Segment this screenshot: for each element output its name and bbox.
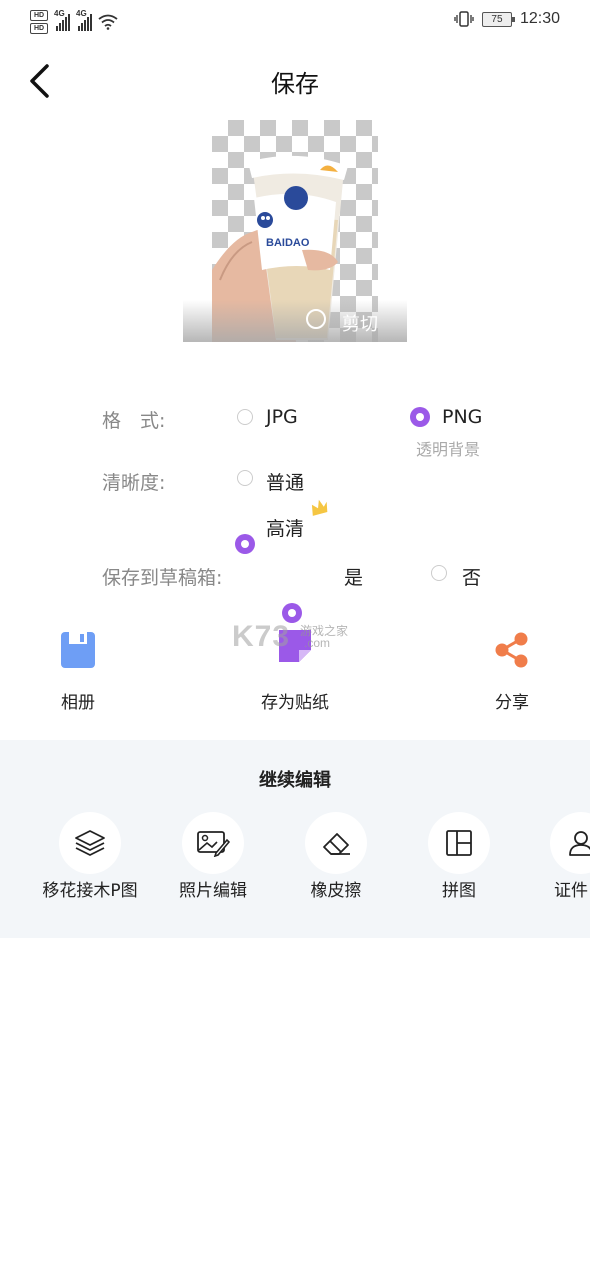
watermark: K73 游戏之家 .com [232, 620, 348, 654]
clarity-hd-label[interactable]: 高清 [266, 514, 304, 541]
tool-layer-swap-label: 移花接木P图 [42, 881, 138, 901]
tool-photo-edit-circle [182, 812, 244, 874]
tool-eraser[interactable]: 橡皮擦 [295, 812, 377, 912]
tool-eraser-label: 橡皮擦 [310, 881, 362, 901]
tool-id-photo-label: 证件 [554, 881, 588, 901]
photo-edit-icon [197, 831, 230, 857]
status-bar-left: HD HD 4G 4G [30, 9, 118, 34]
vibrate-icon [454, 11, 474, 27]
tool-collage-label: 拼图 [442, 881, 476, 901]
clarity-hd-radio[interactable] [235, 534, 255, 554]
page-title: 保存 [271, 70, 319, 98]
save-draft-no-radio[interactable] [431, 565, 447, 581]
watermark-domain: .com [304, 636, 331, 650]
tool-layer-swap[interactable]: 移花接木P图 [35, 812, 145, 912]
collage-icon [446, 830, 472, 856]
watermark-brand: K73 [232, 620, 291, 653]
share-icon [495, 632, 528, 668]
clarity-label: 清晰度: [102, 472, 166, 494]
tool-collage-circle [428, 812, 490, 874]
tool-layer-swap-circle [59, 812, 121, 874]
cut-button-label[interactable]: 剪切 [342, 310, 378, 336]
clarity-normal-radio[interactable] [237, 470, 253, 486]
hd-icon: HD HD [30, 10, 48, 34]
signal-icon: 4G [54, 9, 70, 31]
tool-photo-edit-label: 照片编辑 [179, 881, 247, 901]
tool-id-photo[interactable]: 证件 [548, 812, 590, 912]
save-draft-no-label[interactable]: 否 [462, 563, 481, 590]
format-png-radio[interactable] [410, 407, 430, 427]
hd-badge-2: HD [30, 23, 48, 34]
png-note: 透明背景 [416, 440, 481, 459]
save-icon [61, 632, 95, 668]
clarity-normal-label[interactable]: 普通 [266, 468, 304, 495]
album-label: 相册 [61, 693, 95, 713]
signal-icon-2: 4G [76, 9, 92, 31]
continue-edit-title: 继续编辑 [259, 770, 331, 791]
tool-photo-edit[interactable]: 照片编辑 [170, 812, 256, 912]
network-type: 4G [54, 9, 65, 18]
album-button[interactable]: 相册 [48, 628, 108, 728]
layers-icon [75, 830, 105, 856]
share-button[interactable]: 分享 [482, 628, 542, 728]
clock: 12:30 [519, 10, 560, 27]
tool-collage[interactable]: 拼图 [418, 812, 500, 912]
hd-badge-1: HD [30, 10, 48, 21]
crown-icon [311, 499, 328, 516]
format-label: 格 式: [102, 410, 166, 432]
network-type-2: 4G [76, 9, 87, 18]
tool-id-photo-circle [550, 812, 590, 874]
id-photo-icon [569, 831, 590, 856]
share-label: 分享 [495, 693, 529, 713]
format-jpg-radio[interactable] [237, 409, 253, 425]
battery-icon: 75 [481, 11, 515, 27]
eraser-icon [323, 833, 350, 855]
tool-eraser-circle [305, 812, 367, 874]
wifi-icon [98, 14, 118, 30]
save-draft-yes-label[interactable]: 是 [344, 563, 363, 590]
format-jpg-label[interactable]: JPG [266, 406, 298, 428]
save-draft-label: 保存到草稿箱: [102, 567, 223, 589]
save-sticker-label: 存为贴纸 [261, 693, 329, 713]
cut-radio[interactable] [306, 309, 326, 329]
format-png-label[interactable]: PNG [442, 406, 482, 428]
cup-logo-text: BAIDAO [266, 237, 310, 249]
status-bar-right: 75 12:30 [454, 10, 560, 28]
